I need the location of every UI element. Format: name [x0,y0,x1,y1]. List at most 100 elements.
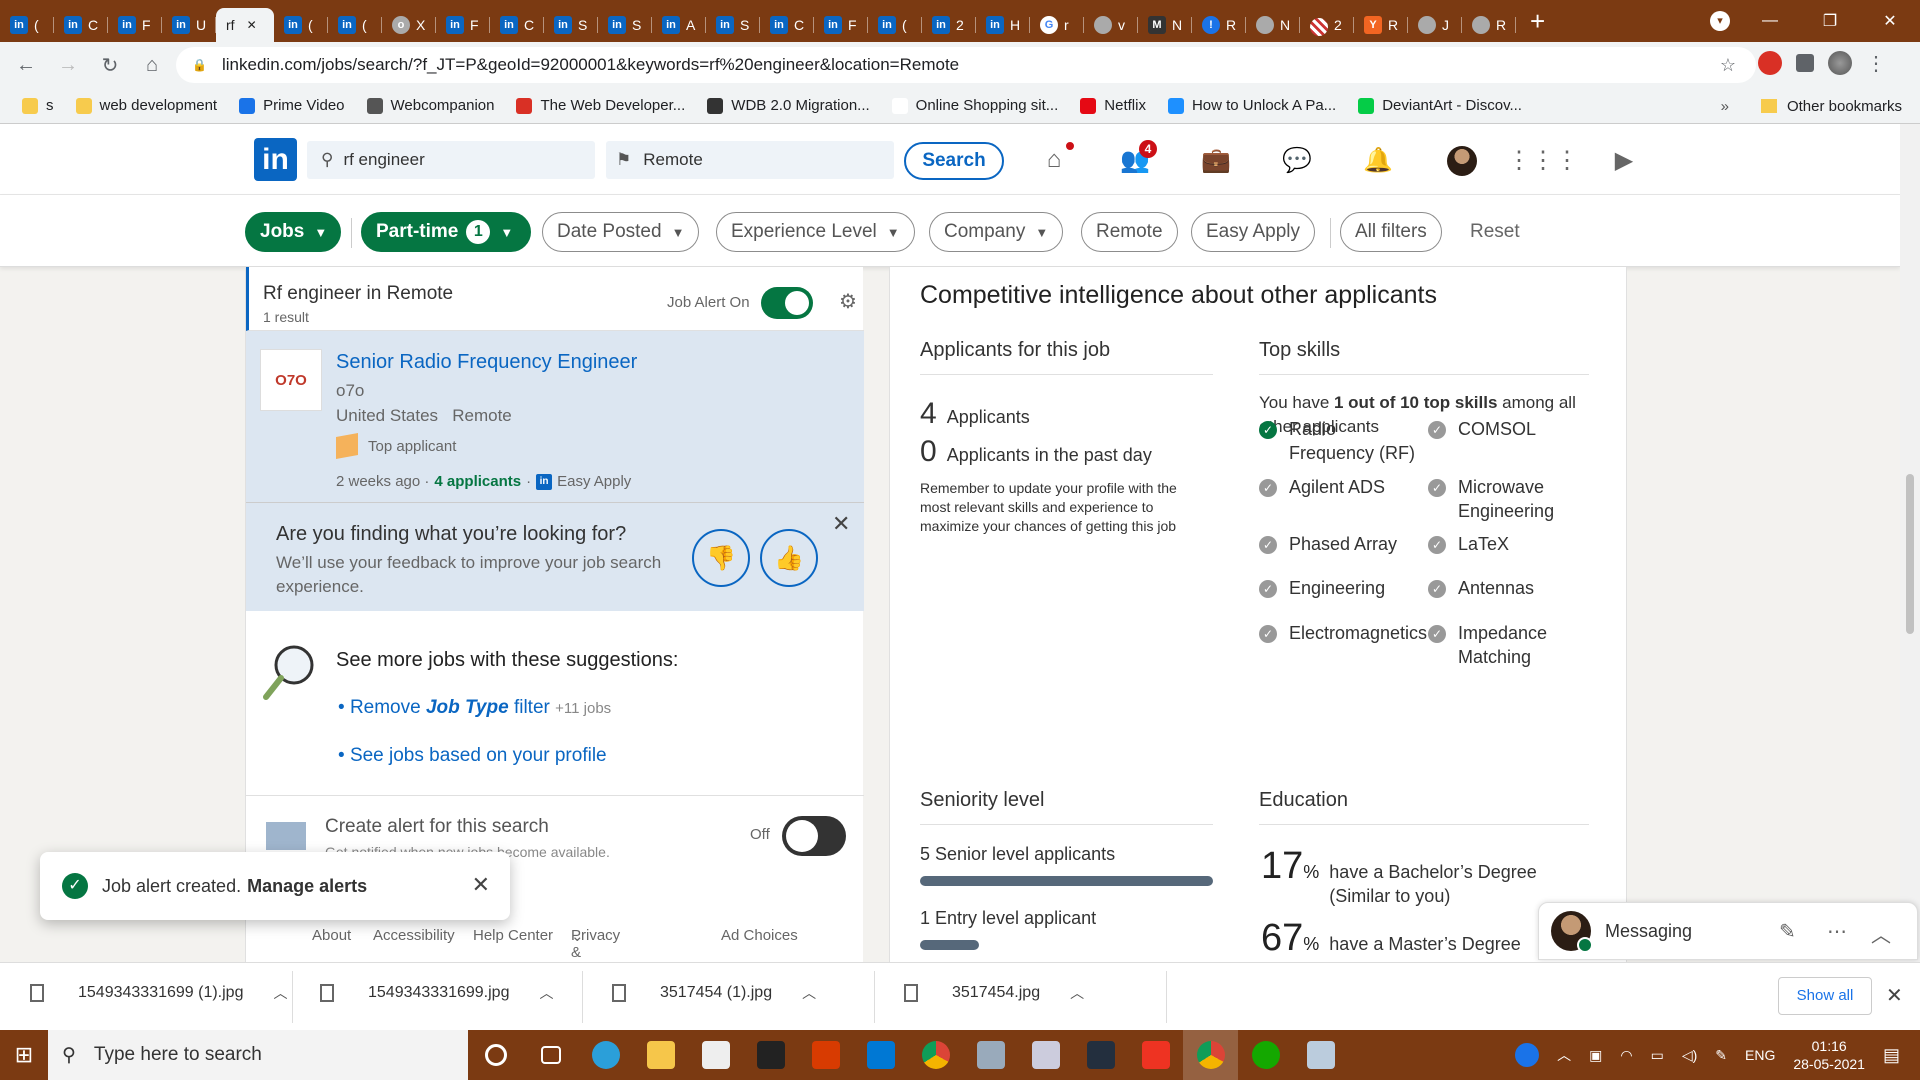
footer-about[interactable]: About [312,927,351,944]
bookmark-item[interactable]: DeviantArt - Discov... [1358,97,1522,114]
minimize-icon[interactable]: — [1740,12,1800,30]
bookmark-item[interactable]: Netflix [1080,97,1146,114]
address-bar[interactable]: 🔒 linkedin.com/jobs/search/?f_JT=P&geoId… [176,47,1756,83]
home-icon[interactable]: ⌂ [136,49,168,81]
browser-tab[interactable]: v [1084,8,1138,42]
download-item[interactable]: 3517454 (1).jpg ︿ [612,983,816,1003]
footer-accessibility[interactable]: Accessibility [373,927,455,944]
close-tab-icon[interactable]: ✕ [247,18,257,32]
browser-tab-active[interactable]: rf ✕ [216,8,274,42]
chevron-up-icon[interactable]: ︿ [1871,919,1891,948]
back-icon[interactable]: ← [10,49,42,81]
job-alert-toggle[interactable] [761,287,813,319]
job-card[interactable]: O7O Senior Radio Frequency Engineer o7o … [246,331,864,503]
volume-icon[interactable]: ◁) [1682,1047,1697,1064]
footer-ad-choices[interactable]: Ad Choices [721,927,798,944]
sketchup-icon[interactable] [1128,1030,1183,1080]
vscode-icon[interactable] [853,1030,908,1080]
bookmark-star-icon[interactable]: ☆ [1720,55,1736,76]
search-button[interactable]: Search [904,142,1004,180]
bolt-app-icon[interactable] [743,1030,798,1080]
bookmarks-more[interactable]: » [1721,98,1729,115]
prime-video-icon[interactable] [1073,1030,1128,1080]
other-bookmarks[interactable]: Other bookmarks [1787,98,1902,115]
notifications-nav-icon[interactable]: 🔔 [1358,140,1398,180]
browser-tab[interactable]: in U [162,8,216,42]
chrome-profile-icon[interactable] [1183,1030,1238,1080]
forward-icon[interactable]: → [52,49,84,81]
pen-icon[interactable]: ✎ [1715,1047,1727,1064]
reset-button[interactable]: Reset [1470,221,1520,243]
compose-icon[interactable]: ✎ [1779,919,1796,944]
browser-tab[interactable]: in ( [274,8,328,42]
date-posted-filter[interactable]: Date Posted ▼ [542,212,700,252]
keyword-search-input[interactable]: ⚲ rf engineer [307,141,595,179]
browser-tab[interactable]: in ( [868,8,922,42]
messaging-nav-icon[interactable]: 💬 [1277,140,1317,180]
company-filter[interactable]: Company ▼ [929,212,1064,252]
download-item[interactable]: 1549343331699.jpg ︿ [320,983,553,1003]
extension-icon[interactable] [1758,51,1782,75]
chevron-up-icon[interactable]: ︿ [539,983,553,1003]
close-window-icon[interactable]: ✕ [1860,11,1920,31]
browser-tab[interactable]: oX [382,8,436,42]
bookmark-item[interactable]: Online Shopping sit... [891,97,1058,114]
learning-icon[interactable]: ▶ [1604,140,1644,180]
download-item[interactable]: 3517454.jpg ︿ [904,983,1084,1003]
browser-tab[interactable]: in S [598,8,652,42]
device-icon[interactable]: ▣ [1589,1047,1602,1064]
messaging-bar[interactable]: Messaging ✎ ⋯ ︿ [1538,902,1918,960]
gear-icon[interactable]: ⚙ [839,289,857,314]
browser-tab[interactable]: in S [544,8,598,42]
linkedin-logo[interactable]: in [254,138,297,181]
all-filters-button[interactable]: All filters [1340,212,1442,252]
easy-apply-filter[interactable]: Easy Apply [1191,212,1315,252]
scrollbar-thumb[interactable] [1906,474,1914,634]
settings-app-icon[interactable] [1293,1030,1348,1080]
browser-tab[interactable]: in H [976,8,1030,42]
browser-tab[interactable]: in F [108,8,162,42]
browser-tab[interactable]: in ( [328,8,382,42]
browser-tab[interactable]: in A [652,8,706,42]
network-app-icon[interactable] [1018,1030,1073,1080]
home-nav-icon[interactable]: ⌂ [1034,140,1076,180]
bookmark-item[interactable]: Webcompanion [366,97,494,114]
reload-icon[interactable]: ↻ [94,49,126,81]
remote-filter[interactable]: Remote [1081,212,1178,252]
part-time-filter-pill[interactable]: Part-time 1 ▼ [361,212,531,252]
monitor-app-icon[interactable] [963,1030,1018,1080]
browser-tab[interactable]: Gr [1030,8,1084,42]
tab-search-icon[interactable]: ▾ [1710,11,1730,31]
clock[interactable]: 01:16 28-05-2021 [1793,1037,1865,1073]
chevron-up-icon[interactable]: ︿ [1557,1045,1571,1065]
create-alert-toggle[interactable] [782,816,846,856]
browser-tab[interactable]: in C [54,8,108,42]
jobs-filter-pill[interactable]: Jobs ▼ [245,212,341,252]
chrome-icon[interactable] [908,1030,963,1080]
profile-jobs-link[interactable]: • See jobs based on your profile [338,745,607,767]
more-icon[interactable]: ⋯ [1827,919,1847,944]
bookmark-item[interactable]: WDB 2.0 Migration... [707,97,870,114]
browser-tab[interactable]: ! R [1192,8,1246,42]
restore-icon[interactable]: ❐ [1800,11,1860,31]
notifications-icon[interactable]: ▤ [1883,1045,1900,1066]
page-scrollbar[interactable] [1900,124,1920,962]
menu-dots-icon[interactable]: ⋮ [1866,51,1886,75]
company-logo[interactable]: O7O [260,349,322,411]
experience-filter[interactable]: Experience Level ▼ [716,212,915,252]
wifi-icon[interactable]: ◠ [1620,1047,1632,1064]
edge-icon[interactable] [578,1030,633,1080]
download-item[interactable]: 1549343331699 (1).jpg ︿ [30,983,287,1003]
browser-tab[interactable]: J [1408,8,1462,42]
browser-tab[interactable]: in C [760,8,814,42]
office-icon[interactable] [798,1030,853,1080]
browser-tab[interactable]: MN [1138,8,1192,42]
browser-tab[interactable]: in F [814,8,868,42]
language-indicator[interactable]: ENG [1745,1047,1775,1063]
work-grid-icon[interactable]: ⋮⋮⋮ [1507,140,1579,180]
bookmark-item[interactable]: The Web Developer... [516,97,685,114]
location-search-input[interactable]: ⚑ Remote [606,141,894,179]
footer-help[interactable]: Help Center [473,927,553,944]
new-tab-button[interactable]: + [1530,6,1545,37]
close-icon[interactable]: ✕ [1886,983,1903,1008]
